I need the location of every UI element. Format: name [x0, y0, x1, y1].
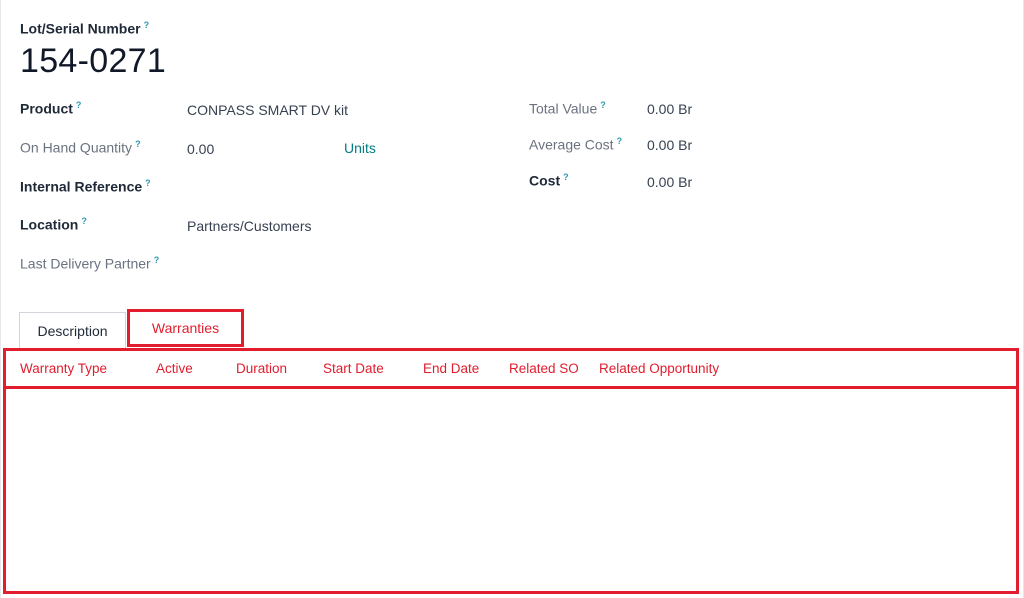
column-active[interactable]: Active: [156, 361, 193, 376]
help-icon[interactable]: ?: [600, 100, 606, 110]
warranties-table: Warranty Type Active Duration Start Date…: [3, 348, 1019, 594]
internal-reference-field[interactable]: [187, 180, 487, 198]
table-body: [6, 389, 1016, 591]
units-link[interactable]: Units: [344, 140, 376, 156]
product-field[interactable]: CONPASS SMART DV kit: [187, 102, 348, 118]
tab-description[interactable]: Description: [19, 312, 126, 349]
on-hand-quantity-label: On Hand Quantity?: [20, 139, 141, 156]
help-icon[interactable]: ?: [617, 136, 623, 146]
location-field[interactable]: Partners/Customers: [187, 218, 311, 234]
table-header: Warranty Type Active Duration Start Date…: [6, 351, 1016, 389]
help-icon[interactable]: ?: [563, 172, 569, 182]
help-icon[interactable]: ?: [81, 216, 87, 226]
total-value-label: Total Value?: [529, 100, 606, 117]
column-start-date[interactable]: Start Date: [323, 361, 384, 376]
last-delivery-partner-label: Last Delivery Partner?: [20, 255, 160, 272]
column-related-so[interactable]: Related SO: [509, 361, 579, 376]
average-cost-field: 0.00 Br: [647, 137, 693, 153]
location-label: Location?: [20, 216, 87, 233]
total-value-field: 0.00 Br: [647, 101, 693, 117]
help-icon[interactable]: ?: [154, 255, 160, 265]
help-icon[interactable]: ?: [76, 100, 82, 110]
cost-label: Cost?: [529, 172, 569, 189]
column-warranty-type[interactable]: Warranty Type: [20, 361, 107, 376]
help-icon[interactable]: ?: [135, 139, 141, 149]
help-icon[interactable]: ?: [144, 20, 150, 30]
notebook-tabs: Description Warranties: [19, 309, 1019, 350]
lot-serial-label: Lot/Serial Number?: [20, 20, 150, 37]
lot-serial-form: Lot/Serial Number? 154-0271 Product? CON…: [0, 0, 1024, 598]
average-cost-label: Average Cost?: [529, 136, 623, 153]
product-label: Product?: [20, 100, 82, 117]
column-duration[interactable]: Duration: [236, 361, 287, 376]
cost-field: 0.00 Br: [647, 174, 693, 190]
last-delivery-partner-field: [187, 257, 487, 275]
tab-warranties[interactable]: Warranties: [127, 309, 244, 347]
column-end-date[interactable]: End Date: [423, 361, 479, 376]
help-icon[interactable]: ?: [145, 178, 151, 188]
on-hand-quantity-field: 0.00: [187, 141, 215, 157]
serial-number-title[interactable]: 154-0271: [20, 42, 166, 81]
internal-reference-label: Internal Reference?: [20, 178, 151, 195]
column-related-opportunity[interactable]: Related Opportunity: [599, 361, 719, 376]
